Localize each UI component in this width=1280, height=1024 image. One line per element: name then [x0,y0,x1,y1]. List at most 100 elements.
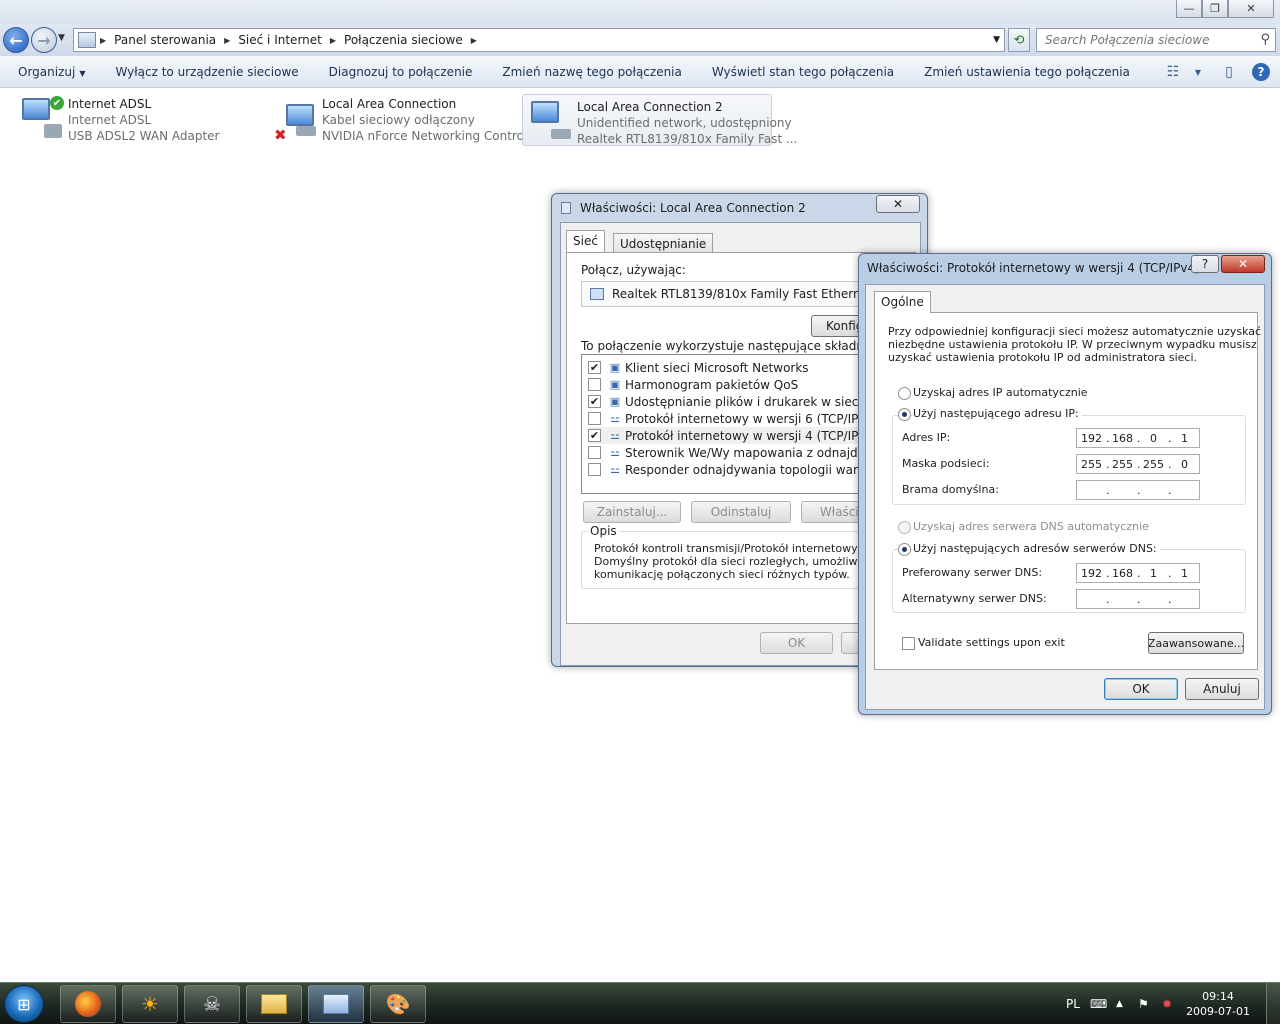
auto-ip-radio[interactable] [898,387,911,400]
windows-logo-icon: ⊞ [17,994,31,1014]
show-desktop-button[interactable] [1266,983,1280,1024]
ip-octet: 255 [1081,457,1102,471]
search-input[interactable] [1037,29,1247,51]
dialog-close-button[interactable]: ✕ [1221,255,1265,273]
cancel-button[interactable]: Anuluj [1185,678,1259,700]
ok-button[interactable]: OK [1104,678,1178,700]
auto-dns-label[interactable]: Uzyskaj adres serwera DNS automatycznie [913,520,1149,533]
show-hidden-icons[interactable]: ▲ [1116,983,1123,1024]
auto-ip-label[interactable]: Uzyskaj adres IP automatycznie [913,386,1088,399]
component-checkbox[interactable] [588,446,601,459]
history-dropdown-icon[interactable]: ▼ [58,33,65,43]
network-cable-icon [296,126,316,136]
breadcrumb-arrow-icon[interactable]: ▶ [467,36,481,45]
ip-octet: 255 [1143,457,1164,471]
help-button[interactable]: ? [1191,255,1219,273]
dialog-title-text: Właściwości: Local Area Connection 2 [580,201,806,215]
search-icon[interactable]: ⚲ [1260,32,1270,47]
description-line: Domyślny protokół dla sieci rozległych, … [594,555,890,568]
address-bar[interactable]: ▶ Panel sterowania ▶ Sieć i Internet ▶ P… [73,28,1005,52]
connection-item-local-area[interactable]: ✖ Local Area Connection Kabel sieciowy o… [268,92,535,144]
ip-address-field[interactable]: 192. 168. 0. 1 [1076,428,1200,448]
maximize-button[interactable]: ❐ [1202,0,1228,18]
diagnose-button[interactable]: Diagnozuj to połączenie [314,56,488,88]
list-item[interactable]: ✔ ▣ Klient sieci Microsoft Networks [588,359,809,376]
connection-item-internet-adsl[interactable]: ✔ Internet ADSL Internet ADSL USB ADSL2 … [14,92,244,144]
default-gateway-field[interactable]: . . . [1076,480,1200,500]
taskbar-control-panel[interactable] [308,985,364,1023]
action-center-flag-icon[interactable]: ⚑ [1138,983,1149,1024]
rename-button[interactable]: Zmień nazwę tego połączenia [487,56,696,88]
close-button[interactable]: ✕ [1228,0,1274,18]
monitor-icon [286,104,314,126]
component-checkbox[interactable] [588,412,601,425]
view-dropdown-icon[interactable]: ▼ [1192,60,1204,84]
minimize-button[interactable]: — [1176,0,1202,18]
manual-dns-radio[interactable] [898,543,911,556]
change-settings-button[interactable]: Zmień ustawienia tego połączenia [909,56,1145,88]
help-icon[interactable]: ? [1248,60,1274,84]
tab-network[interactable]: Sieć [566,230,605,252]
organize-button[interactable]: Organizuj ▼ [0,56,100,88]
change-view-icon[interactable]: ☷ [1160,60,1186,84]
keyboard-icon[interactable]: ⌨ [1090,983,1107,1024]
preferred-dns-field[interactable]: 192. 168. 1. 1 [1076,563,1200,583]
taskbar-sun-app[interactable]: ☀ [122,985,178,1023]
clock[interactable]: 09:14 2009-07-01 [1186,989,1250,1019]
component-checkbox[interactable] [588,463,601,476]
tab-sharing[interactable]: Udostępnianie [613,233,714,253]
uninstall-button[interactable]: Odinstaluj [691,501,791,523]
taskbar-alien-app[interactable]: ☠ [184,985,240,1023]
install-button[interactable]: Zainstaluj... [583,501,681,523]
start-button[interactable]: ⊞ [4,985,44,1023]
breadcrumb-network-internet[interactable]: Sieć i Internet [234,33,326,47]
back-arrow-icon: ← [9,30,23,50]
manual-ip-label[interactable]: Użyj następującego adresu IP: [913,407,1082,420]
list-item-selected[interactable]: ✔ ⚍ Protokół internetowy w wersji 4 (TCP/I… [588,427,882,444]
breadcrumb-control-panel[interactable]: Panel sterowania [110,33,220,47]
chevron-down-icon: ▼ [79,68,86,78]
refresh-button[interactable]: ⟲ [1008,28,1030,52]
breadcrumb-arrow-icon[interactable]: ▶ [96,36,110,45]
component-checkbox[interactable]: ✔ [588,361,601,374]
network-tray-icon[interactable]: ✹ [1162,983,1172,1024]
breadcrumb-network-connections[interactable]: Połączenia sieciowe [340,33,467,47]
taskbar-explorer[interactable] [246,985,302,1023]
auto-dns-radio[interactable] [898,521,911,534]
validate-label[interactable]: Validate settings upon exit [918,636,1065,649]
preview-pane-icon[interactable]: ▯ [1216,60,1242,84]
list-item[interactable]: ▣ Harmonogram pakietów QoS [588,376,798,393]
back-button[interactable]: ← [3,27,29,53]
alternate-dns-field[interactable]: . . . [1076,589,1200,609]
disable-device-button[interactable]: Wyłącz to urządzenie sieciowe [100,56,313,88]
breadcrumb-arrow-icon[interactable]: ▶ [220,36,234,45]
breadcrumb-arrow-icon[interactable]: ▶ [326,36,340,45]
validate-checkbox[interactable] [902,637,915,650]
taskbar-paint[interactable]: 🎨 [370,985,426,1023]
ip-octet: 0 [1150,431,1157,445]
manual-dns-label[interactable]: Użyj następujących adresów serwerów DNS: [913,542,1160,555]
dialog-close-button[interactable]: ✕ [876,195,920,213]
forward-button[interactable]: → [31,27,57,53]
clock-time: 09:14 [1202,990,1234,1003]
list-item[interactable]: ⚍ Protokół internetowy w wersji 6 (TCP/IP… [588,410,878,427]
connection-item-local-area-2[interactable]: Local Area Connection 2 Unidentified net… [522,94,797,146]
ip-octet: 1 [1181,431,1188,445]
address-dropdown-icon[interactable]: ▼ [993,35,1000,45]
network-connection-icon: ✖ [272,96,320,144]
connected-check-icon: ✔ [50,96,64,110]
network-cable-icon [551,129,571,139]
component-checkbox[interactable]: ✔ [588,429,601,442]
component-checkbox[interactable]: ✔ [588,395,601,408]
taskbar-firefox[interactable] [60,985,116,1023]
component-checkbox[interactable] [588,378,601,391]
view-status-button[interactable]: Wyświetl stan tego połączenia [697,56,909,88]
tab-general[interactable]: Ogólne [874,291,931,313]
network-connection-icon [527,99,575,143]
manual-ip-radio[interactable] [898,408,911,421]
ok-button[interactable]: OK [760,632,833,654]
advanced-button[interactable]: Zaawansowane... [1148,632,1244,654]
ip-octet: 1 [1181,566,1188,580]
subnet-mask-field[interactable]: 255. 255. 255. 0 [1076,454,1200,474]
language-indicator[interactable]: PL [1066,983,1080,1024]
